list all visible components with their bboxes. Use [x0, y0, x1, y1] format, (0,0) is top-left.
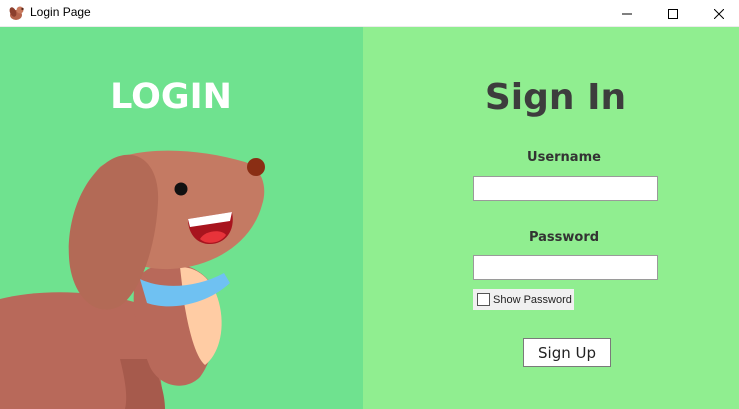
password-input[interactable] [473, 255, 658, 280]
checkbox-icon[interactable] [477, 293, 490, 306]
close-button[interactable] [696, 0, 739, 27]
sign-in-heading: Sign In [484, 77, 627, 118]
minimize-button[interactable] [604, 0, 650, 27]
maximize-button[interactable] [650, 0, 696, 27]
title-bar: Login Page [0, 0, 739, 27]
username-label: Username [527, 150, 601, 165]
show-password-label: Show Password [493, 293, 572, 306]
show-password-checkbox[interactable]: Show Password [473, 289, 574, 310]
username-input[interactable] [473, 176, 658, 201]
close-icon [714, 8, 724, 19]
password-label: Password [528, 230, 600, 245]
maximize-icon [668, 8, 678, 19]
sign-up-button[interactable]: Sign Up [523, 338, 611, 367]
left-panel: LOGIN [0, 27, 363, 409]
minimize-icon [622, 13, 632, 14]
dog-app-icon [9, 6, 24, 20]
window-title: Login Page [30, 5, 91, 19]
right-panel: Sign In Username Password Show Password … [363, 27, 739, 409]
login-heading: LOGIN [110, 77, 232, 117]
window-content: LOGIN Sign In Username Password Show Pas… [0, 27, 739, 409]
